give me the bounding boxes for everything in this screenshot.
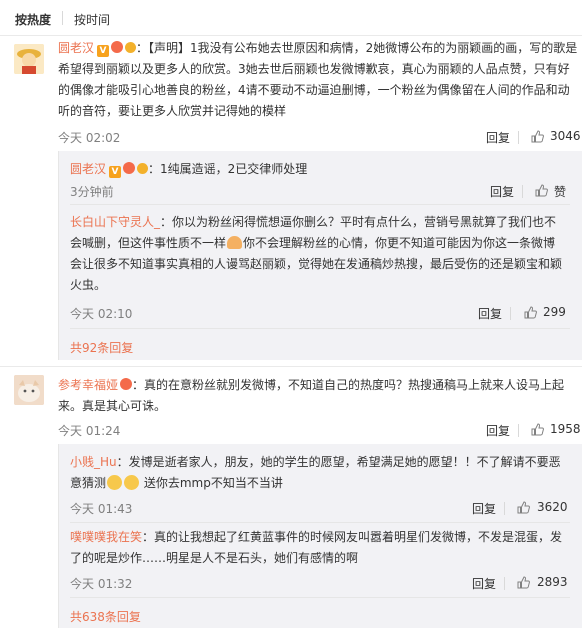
- sort-divider: [62, 11, 63, 25]
- reply-divider: [70, 522, 570, 523]
- action-divider: [504, 502, 505, 515]
- reply-button[interactable]: 回复: [472, 500, 496, 517]
- like-icon[interactable]: [524, 306, 537, 319]
- comment-text-line: 的偶像才能吸引心地善良的粉丝，4请不要动不动逼迫删博，一个粉丝为偶像留在人间的作…: [58, 83, 570, 97]
- reply-text-line: 会让很多不知道事实真相的人谩骂赵丽颖，觉得她在发通稿炒热搜，最后受伤的还是颖宝和…: [70, 257, 563, 271]
- reply-text-line: ：发博是逝者家人，朋友，她的学生的愿望，希望满足她的愿望！！不了解请不要恶: [116, 455, 561, 469]
- reply-button[interactable]: 回复: [486, 422, 510, 439]
- sort-by-hot-tab[interactable]: 按热度: [15, 11, 51, 28]
- comment-body: 圆老汉 V ：【声明】1我没有公布她去世原因和病情，2她微博公布的为丽颖画的画，写的…: [58, 38, 578, 122]
- fan-badge-icon: [137, 163, 149, 174]
- like-icon[interactable]: [517, 501, 530, 514]
- fan-badge-icon: [125, 42, 137, 53]
- reply-text-line: 意猜测: [70, 476, 107, 490]
- reply-author-link[interactable]: 小贱_Hu: [70, 455, 117, 469]
- reply-divider: [70, 328, 570, 329]
- like-icon[interactable]: [531, 130, 544, 143]
- action-divider: [504, 577, 505, 590]
- comment-timestamp: 今天 01:24: [58, 424, 121, 438]
- action-divider: [518, 424, 519, 437]
- comment-text-line: ：【声明】1我没有公布她去世原因和病情，2她微博公布的为丽颖画的画，写的歌是: [136, 41, 578, 55]
- like-icon[interactable]: [535, 184, 548, 197]
- reply-text-line: ：真的让我想起了红黄蓝事件的时候网友叫嚣着明星们发微博，不发是混蛋，发: [142, 530, 563, 544]
- reply-thread-edge: [58, 444, 59, 628]
- reply-divider: [70, 597, 570, 598]
- like-icon[interactable]: [517, 576, 530, 589]
- reply-author-link[interactable]: 圆老汉: [70, 162, 106, 176]
- action-divider: [518, 131, 519, 144]
- reply-text-line: 会喊删，但这件事性质不一样: [70, 236, 227, 250]
- avatar[interactable]: [14, 375, 44, 405]
- action-divider: [522, 185, 523, 198]
- reply-author-link[interactable]: 噗噗噗我在笑: [70, 530, 142, 544]
- reply-author-link[interactable]: 长白山下守灵人_: [70, 215, 160, 229]
- like-count: 2893: [537, 575, 568, 589]
- reply-timestamp: 今天 01:32: [70, 577, 133, 591]
- more-replies-link[interactable]: 共638条回复: [70, 608, 141, 625]
- reply-body: 圆老汉 V ：1纯属造谣，2已交律师处理: [70, 159, 570, 180]
- like-count: 3046: [550, 129, 581, 143]
- reply-divider: [70, 204, 570, 205]
- reply-thread-edge: [58, 151, 59, 360]
- reply-text-line: 送你去mmp不知当不当讲: [140, 476, 283, 490]
- reply-body: 小贱_Hu：发博是逝者家人，朋友，她的学生的愿望，希望满足她的愿望！！不了解请不…: [70, 452, 575, 494]
- action-divider: [510, 307, 511, 320]
- avatar-cartoon-icon: [14, 44, 44, 74]
- reply-text-line: 了的呢是炒作……明星是人不是石头，她们有感情的啊: [70, 551, 359, 565]
- reply-body: 噗噗噗我在笑：真的让我想起了红黄蓝事件的时候网友叫嚣着明星们发微博，不发是混蛋，…: [70, 527, 575, 569]
- sort-bar: 按热度 按时间: [0, 0, 582, 36]
- reply-button[interactable]: 回复: [486, 129, 510, 146]
- level-badge-icon: [120, 378, 133, 390]
- level-badge-icon: [123, 162, 136, 174]
- like-count: 3620: [537, 500, 568, 514]
- avatar[interactable]: [14, 44, 44, 74]
- level-badge-icon: [111, 41, 124, 53]
- reply-text-line: 你不会理解粉丝的心情，你更不知道可能因为你这一条微博: [243, 236, 556, 250]
- wink-emoji-icon: [107, 475, 123, 490]
- like-label[interactable]: 赞: [554, 183, 566, 200]
- avatar-cat-icon: [14, 375, 44, 405]
- comment-author-link[interactable]: 参考幸福娅: [58, 378, 118, 392]
- like-count: 1958: [550, 422, 581, 436]
- reply-button[interactable]: 回复: [472, 575, 496, 592]
- comment-text-line: ：真的在意粉丝就别发微博，不知道自己的热度吗？热搜通稿马上就来人设马上起: [132, 378, 565, 392]
- comment-divider: [0, 366, 582, 367]
- comment-text-line: 希望得到丽颖以及更多人的欣赏。3她去世后丽颖也发微博歉哀，真心为丽颖的人品点赞，…: [58, 62, 570, 76]
- reply-timestamp: 今天 02:10: [70, 307, 133, 321]
- comment-author-link[interactable]: 圆老汉: [58, 41, 94, 55]
- comment-text-line: 听的音符，要让更多人欣赏并记得她的模样: [58, 104, 287, 118]
- reply-text-line: 火虫。: [70, 278, 107, 292]
- reply-button[interactable]: 回复: [478, 305, 502, 322]
- reply-text-line: ：你以为粉丝闲得慌想逼你删么？平时有点什么，营销号黑就算了我们也不: [160, 215, 557, 229]
- like-icon[interactable]: [531, 423, 544, 436]
- more-replies-link[interactable]: 共92条回复: [70, 339, 133, 356]
- reply-timestamp: 3分钟前: [70, 185, 114, 199]
- verified-badge-icon: V: [97, 45, 110, 57]
- like-count: 299: [543, 305, 566, 319]
- comment-body: 参考幸福娅 ：真的在意粉丝就别发微博，不知道自己的热度吗？热搜通稿马上就来人设马上…: [58, 375, 578, 417]
- sort-by-time-tab[interactable]: 按时间: [74, 11, 110, 28]
- reply-body: 长白山下守灵人_：你以为粉丝闲得慌想逼你删么？平时有点什么，营销号黑就算了我们也…: [70, 212, 575, 296]
- reply-text: ：1纯属造谣，2已交律师处理: [148, 162, 308, 176]
- verified-badge-icon: V: [109, 166, 122, 178]
- wink-emoji-icon: [124, 475, 140, 490]
- praying-hands-emoji-icon: [227, 236, 243, 249]
- reply-timestamp: 今天 01:43: [70, 502, 133, 516]
- comment-text-line: 来。真是其心可诛。: [58, 399, 167, 413]
- comment-timestamp: 今天 02:02: [58, 131, 121, 145]
- reply-button[interactable]: 回复: [490, 183, 514, 200]
- sort-bar-underline: [0, 35, 582, 36]
